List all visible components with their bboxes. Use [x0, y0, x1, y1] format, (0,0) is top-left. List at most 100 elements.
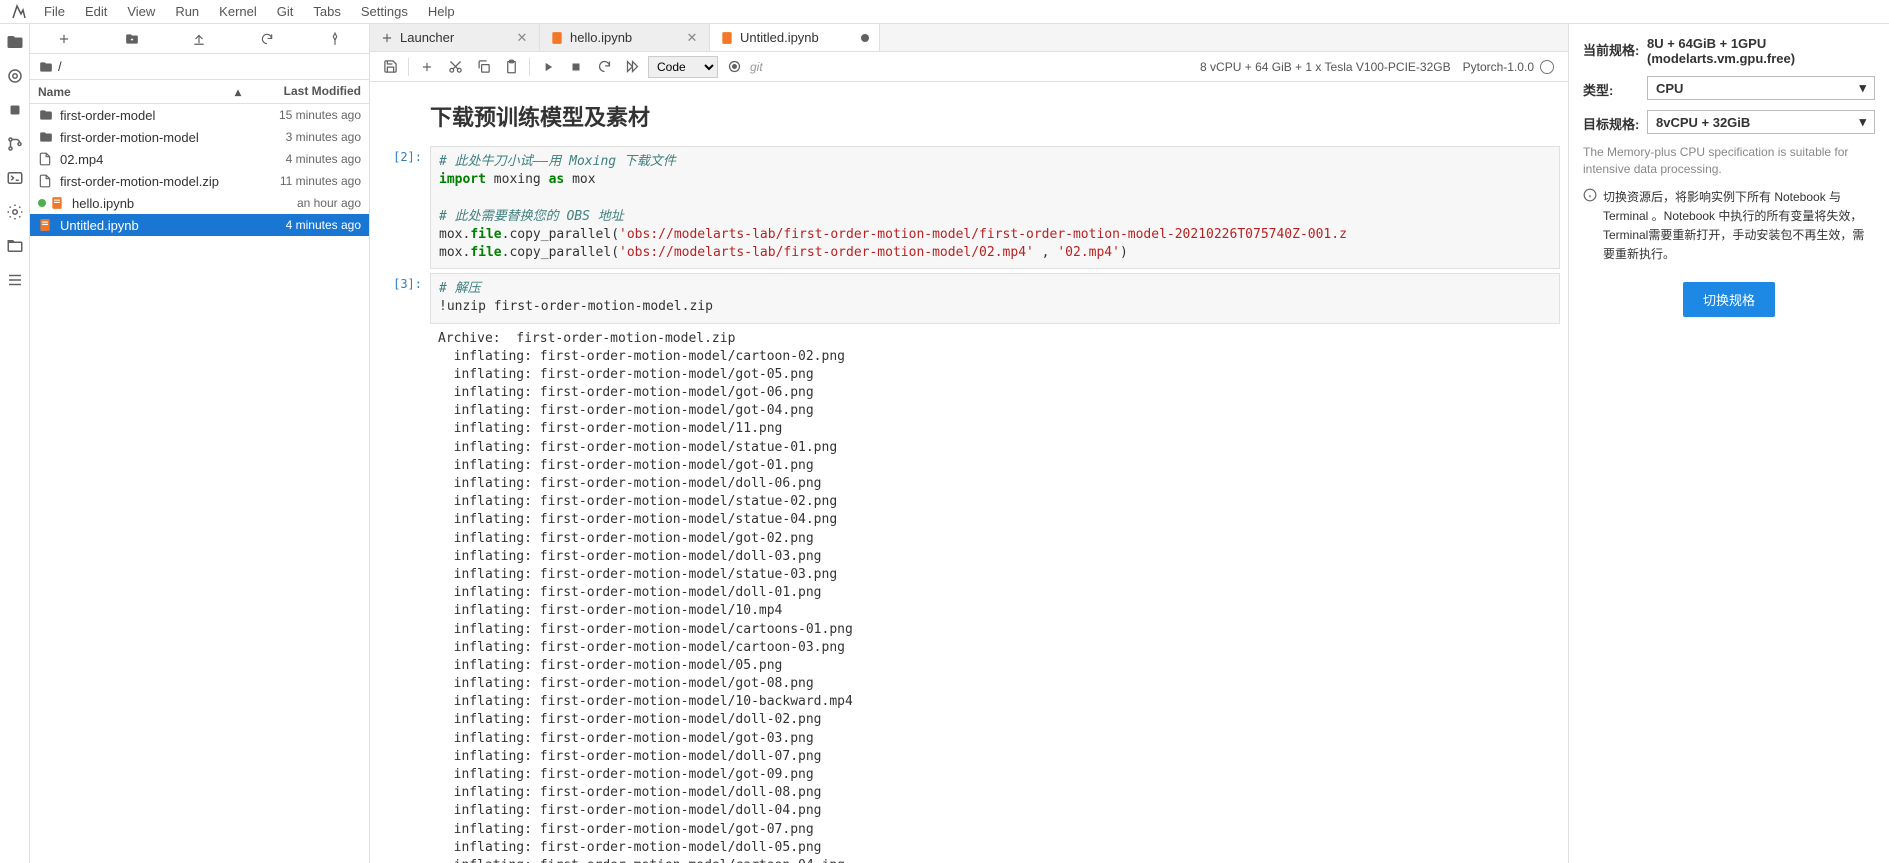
tab-label: Untitled.ipynb [740, 30, 855, 45]
tab[interactable]: Untitled.ipynb [710, 24, 880, 51]
file-row[interactable]: first-order-motion-model.zip11 minutes a… [30, 170, 369, 192]
menu-tabs[interactable]: Tabs [303, 1, 350, 22]
breadcrumb[interactable]: / [30, 54, 369, 80]
kernel-status-icon[interactable] [1540, 60, 1554, 74]
tab[interactable]: hello.ipynb ✕ [540, 24, 710, 51]
sync-icon[interactable] [722, 55, 746, 79]
cell-output: Archive: first-order-motion-model.zip in… [430, 324, 1560, 863]
paste-icon[interactable] [499, 55, 523, 79]
folder-icon [38, 60, 54, 74]
file-browser: / Name ▴ Last Modified first-order-model1… [30, 24, 370, 863]
file-row[interactable]: Untitled.ipynb4 minutes ago [30, 214, 369, 236]
target-spec-select[interactable]: 8vCPU + 32GiB ▾ [1647, 110, 1875, 134]
tab-icon [550, 31, 564, 45]
git-label[interactable]: git [750, 55, 763, 79]
file-row[interactable]: 02.mp44 minutes ago [30, 148, 369, 170]
extension-icon[interactable] [5, 202, 25, 222]
menu-edit[interactable]: Edit [75, 1, 117, 22]
git-icon[interactable] [5, 134, 25, 154]
divider [408, 58, 409, 76]
running-icon[interactable] [5, 100, 25, 120]
close-icon[interactable]: ✕ [515, 31, 529, 45]
git-clone-icon[interactable] [325, 29, 345, 49]
markdown-heading[interactable]: 下载预训练模型及素材 [430, 100, 1568, 132]
col-name[interactable]: Name [38, 85, 71, 99]
chevron-down-icon: ▾ [1859, 80, 1866, 96]
chevron-down-icon: ▾ [1859, 114, 1866, 130]
run-icon[interactable] [536, 55, 560, 79]
menu-kernel[interactable]: Kernel [209, 1, 267, 22]
code-cell[interactable]: [2]: # 此处牛刀小试——用 Moxing 下载文件 import moxi… [378, 146, 1560, 269]
restart-run-all-icon[interactable] [620, 55, 644, 79]
code-cell[interactable]: [3]: # 解压 !unzip first-order-motion-mode… [378, 273, 1560, 863]
file-modified: 4 minutes ago [286, 152, 361, 166]
toc-icon[interactable] [5, 270, 25, 290]
cell-prompt: [2]: [378, 146, 430, 269]
current-spec-value: 8U + 64GiB + 1GPU (modelarts.vm.gpu.free… [1647, 36, 1875, 66]
new-folder-icon[interactable] [122, 29, 142, 49]
upload-icon[interactable] [189, 29, 209, 49]
file-name: hello.ipynb [72, 196, 297, 211]
menu-settings[interactable]: Settings [351, 1, 418, 22]
running-dot-icon [38, 199, 46, 207]
commands-icon[interactable] [5, 168, 25, 188]
file-name: first-order-model [60, 108, 279, 123]
file-type-icon [38, 108, 54, 122]
current-spec-label: 当前规格: [1583, 36, 1647, 59]
divider [529, 58, 530, 76]
tab-label: hello.ipynb [570, 30, 679, 45]
app-logo [10, 3, 28, 21]
resource-spec: 8 vCPU + 64 GiB + 1 x Tesla V100-PCIE-32… [1192, 60, 1459, 74]
menu-run[interactable]: Run [165, 1, 209, 22]
interrupt-icon[interactable] [564, 55, 588, 79]
tab-icon [380, 31, 394, 45]
spec-description: The Memory-plus CPU specification is sui… [1583, 144, 1875, 178]
type-label: 类型: [1583, 76, 1647, 99]
file-name: first-order-motion-model.zip [60, 174, 280, 189]
notebook-body[interactable]: 下载预训练模型及素材 [2]: # 此处牛刀小试——用 Moxing 下载文件 … [370, 82, 1568, 863]
file-row[interactable]: first-order-motion-model3 minutes ago [30, 126, 369, 148]
insert-cell-icon[interactable] [415, 55, 439, 79]
close-icon[interactable]: ✕ [685, 31, 699, 45]
tab[interactable]: Launcher✕ [370, 24, 540, 51]
notebook-toolbar: Code git 8 vCPU + 64 GiB + 1 x Tesla V10… [370, 52, 1568, 82]
file-row[interactable]: hello.ipynban hour ago [30, 192, 369, 214]
resource-panel: 当前规格: 8U + 64GiB + 1GPU (modelarts.vm.gp… [1569, 24, 1889, 863]
unsaved-dot-icon[interactable] [861, 34, 869, 42]
new-launcher-icon[interactable] [54, 29, 74, 49]
copy-icon[interactable] [471, 55, 495, 79]
file-type-icon [38, 217, 54, 233]
restart-icon[interactable] [592, 55, 616, 79]
menu-help[interactable]: Help [418, 1, 465, 22]
switch-spec-button[interactable]: 切换规格 [1683, 282, 1775, 317]
file-modified: 3 minutes ago [286, 130, 361, 144]
code-input[interactable]: # 此处牛刀小试——用 Moxing 下载文件 import moxing as… [430, 146, 1560, 269]
file-name: 02.mp4 [60, 152, 286, 167]
file-type-icon [38, 173, 54, 189]
save-icon[interactable] [378, 55, 402, 79]
menu-git[interactable]: Git [267, 1, 304, 22]
folder-open-icon[interactable] [5, 32, 25, 52]
file-name: first-order-motion-model [60, 130, 286, 145]
sort-asc-icon[interactable]: ▴ [235, 85, 241, 99]
type-select[interactable]: CPU ▾ [1647, 76, 1875, 100]
menu-view[interactable]: View [117, 1, 165, 22]
file-toolbar [30, 24, 369, 54]
file-row[interactable]: first-order-model15 minutes ago [30, 104, 369, 126]
breadcrumb-path: / [58, 59, 62, 74]
tabs-icon[interactable] [5, 236, 25, 256]
activity-bar [0, 24, 30, 863]
cut-icon[interactable] [443, 55, 467, 79]
info-icon [1583, 188, 1597, 265]
file-type-icon [38, 151, 54, 167]
col-modified[interactable]: Last Modified [249, 80, 369, 103]
file-header: Name ▴ Last Modified [30, 80, 369, 104]
file-modified: 4 minutes ago [286, 218, 361, 232]
menu-file[interactable]: File [34, 1, 75, 22]
cell-type-select[interactable]: Code [648, 56, 718, 78]
refresh-icon[interactable] [257, 29, 277, 49]
target-icon[interactable] [5, 66, 25, 86]
kernel-name[interactable]: Pytorch-1.0.0 [1463, 60, 1534, 74]
file-name: Untitled.ipynb [60, 218, 286, 233]
code-input[interactable]: # 解压 !unzip first-order-motion-model.zip [430, 273, 1560, 323]
